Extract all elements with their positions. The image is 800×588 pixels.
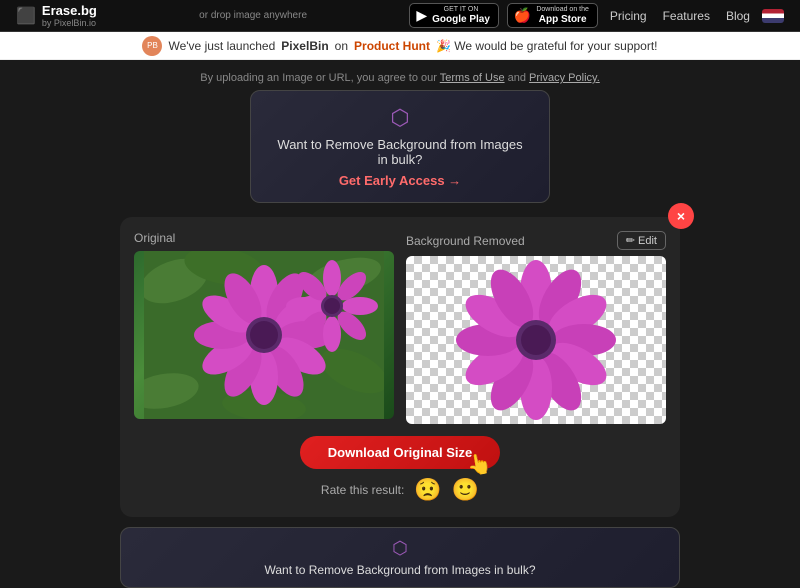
- erase-icon: ⬛: [16, 6, 36, 26]
- ph-text-before: We've just launched: [168, 39, 275, 53]
- removed-image: [406, 256, 666, 424]
- original-column: Original: [134, 231, 394, 424]
- google-play-icon: ▶: [416, 7, 427, 24]
- header-right: ▶ GET IT ON Google Play 🍎 Download on th…: [409, 3, 784, 28]
- bulk-cta[interactable]: Get Early Access →: [275, 173, 525, 188]
- bottom-bulk-icon: ⬡: [392, 538, 408, 559]
- features-link[interactable]: Features: [659, 9, 714, 23]
- product-hunt-banner: PB We've just launched PixelBin on Produ…: [0, 32, 800, 60]
- rate-text: Rate this result:: [321, 483, 404, 497]
- bottom-bulk-banner: ⬡ Want to Remove Background from Images …: [120, 527, 680, 588]
- result-columns: Original: [134, 231, 666, 424]
- app-store-button[interactable]: 🍎 Download on the App Store: [507, 3, 598, 28]
- flag-icon: [762, 9, 784, 23]
- download-button[interactable]: Download Original Size 👆: [300, 436, 500, 469]
- pricing-link[interactable]: Pricing: [606, 9, 651, 23]
- sad-emoji[interactable]: 😟: [414, 477, 441, 503]
- apple-icon: 🍎: [514, 7, 531, 24]
- original-label-text: Original: [134, 231, 175, 245]
- logo-sub: by PixelBin.io: [42, 18, 97, 28]
- logo: ⬛ Erase.bg by PixelBin.io: [16, 3, 97, 28]
- download-section: Download Original Size 👆 Rate this resul…: [134, 436, 666, 503]
- ph-product-hunt[interactable]: Product Hunt: [354, 39, 430, 53]
- edit-button[interactable]: ✏ Edit: [617, 231, 666, 250]
- bottom-bulk-title: Want to Remove Background from Images in…: [264, 563, 535, 577]
- upload-hint: By uploading an Image or URL, you agree …: [200, 72, 600, 84]
- removed-flower-svg: [406, 256, 666, 424]
- app-store-top: Download on the: [536, 6, 589, 14]
- ph-brand: PixelBin: [281, 39, 328, 53]
- google-play-label: Google Play: [432, 14, 490, 25]
- download-button-label: Download Original Size: [328, 445, 472, 460]
- upload-hint-text: By uploading an Image or URL, you agree …: [200, 72, 437, 84]
- drop-hint: or drop image anywhere: [199, 10, 307, 21]
- bulk-promo-banner: ⬡ Want to Remove Background from Images …: [250, 90, 550, 203]
- flower-background: [134, 251, 394, 419]
- rating-row: Rate this result: 😟 🙂: [321, 477, 479, 503]
- close-button[interactable]: ×: [668, 203, 694, 229]
- bulk-title: Want to Remove Background from Images in…: [275, 137, 525, 167]
- removed-label-text: Background Removed: [406, 234, 525, 248]
- original-flower-svg: [144, 251, 384, 419]
- ph-avatar: PB: [142, 36, 162, 56]
- bulk-icon: ⬡: [275, 105, 525, 131]
- cursor-icon: 👆: [465, 450, 494, 479]
- neutral-emoji[interactable]: 🙂: [452, 477, 479, 503]
- google-play-top: GET IT ON: [432, 6, 490, 14]
- logo-text: Erase.bg: [42, 3, 97, 18]
- header: ⬛ Erase.bg by PixelBin.io or drop image …: [0, 0, 800, 32]
- removed-label-row: Background Removed ✏ Edit: [406, 231, 666, 250]
- original-image: [134, 251, 394, 419]
- original-label: Original: [134, 231, 394, 245]
- main-content: By uploading an Image or URL, you agree …: [0, 60, 800, 588]
- and-text: and: [508, 72, 526, 84]
- ph-text-after: 🎉 We would be grateful for your support!: [436, 39, 658, 53]
- removed-column: Background Removed ✏ Edit: [406, 231, 666, 424]
- terms-link[interactable]: Terms of Use: [440, 72, 505, 84]
- language-selector[interactable]: [762, 9, 784, 23]
- result-section: × Original: [120, 217, 680, 517]
- blog-link[interactable]: Blog: [722, 9, 754, 23]
- google-play-button[interactable]: ▶ GET IT ON Google Play: [409, 3, 499, 28]
- ph-text-mid: on: [335, 39, 348, 53]
- privacy-link[interactable]: Privacy Policy.: [529, 72, 600, 84]
- app-store-label: App Store: [536, 14, 589, 25]
